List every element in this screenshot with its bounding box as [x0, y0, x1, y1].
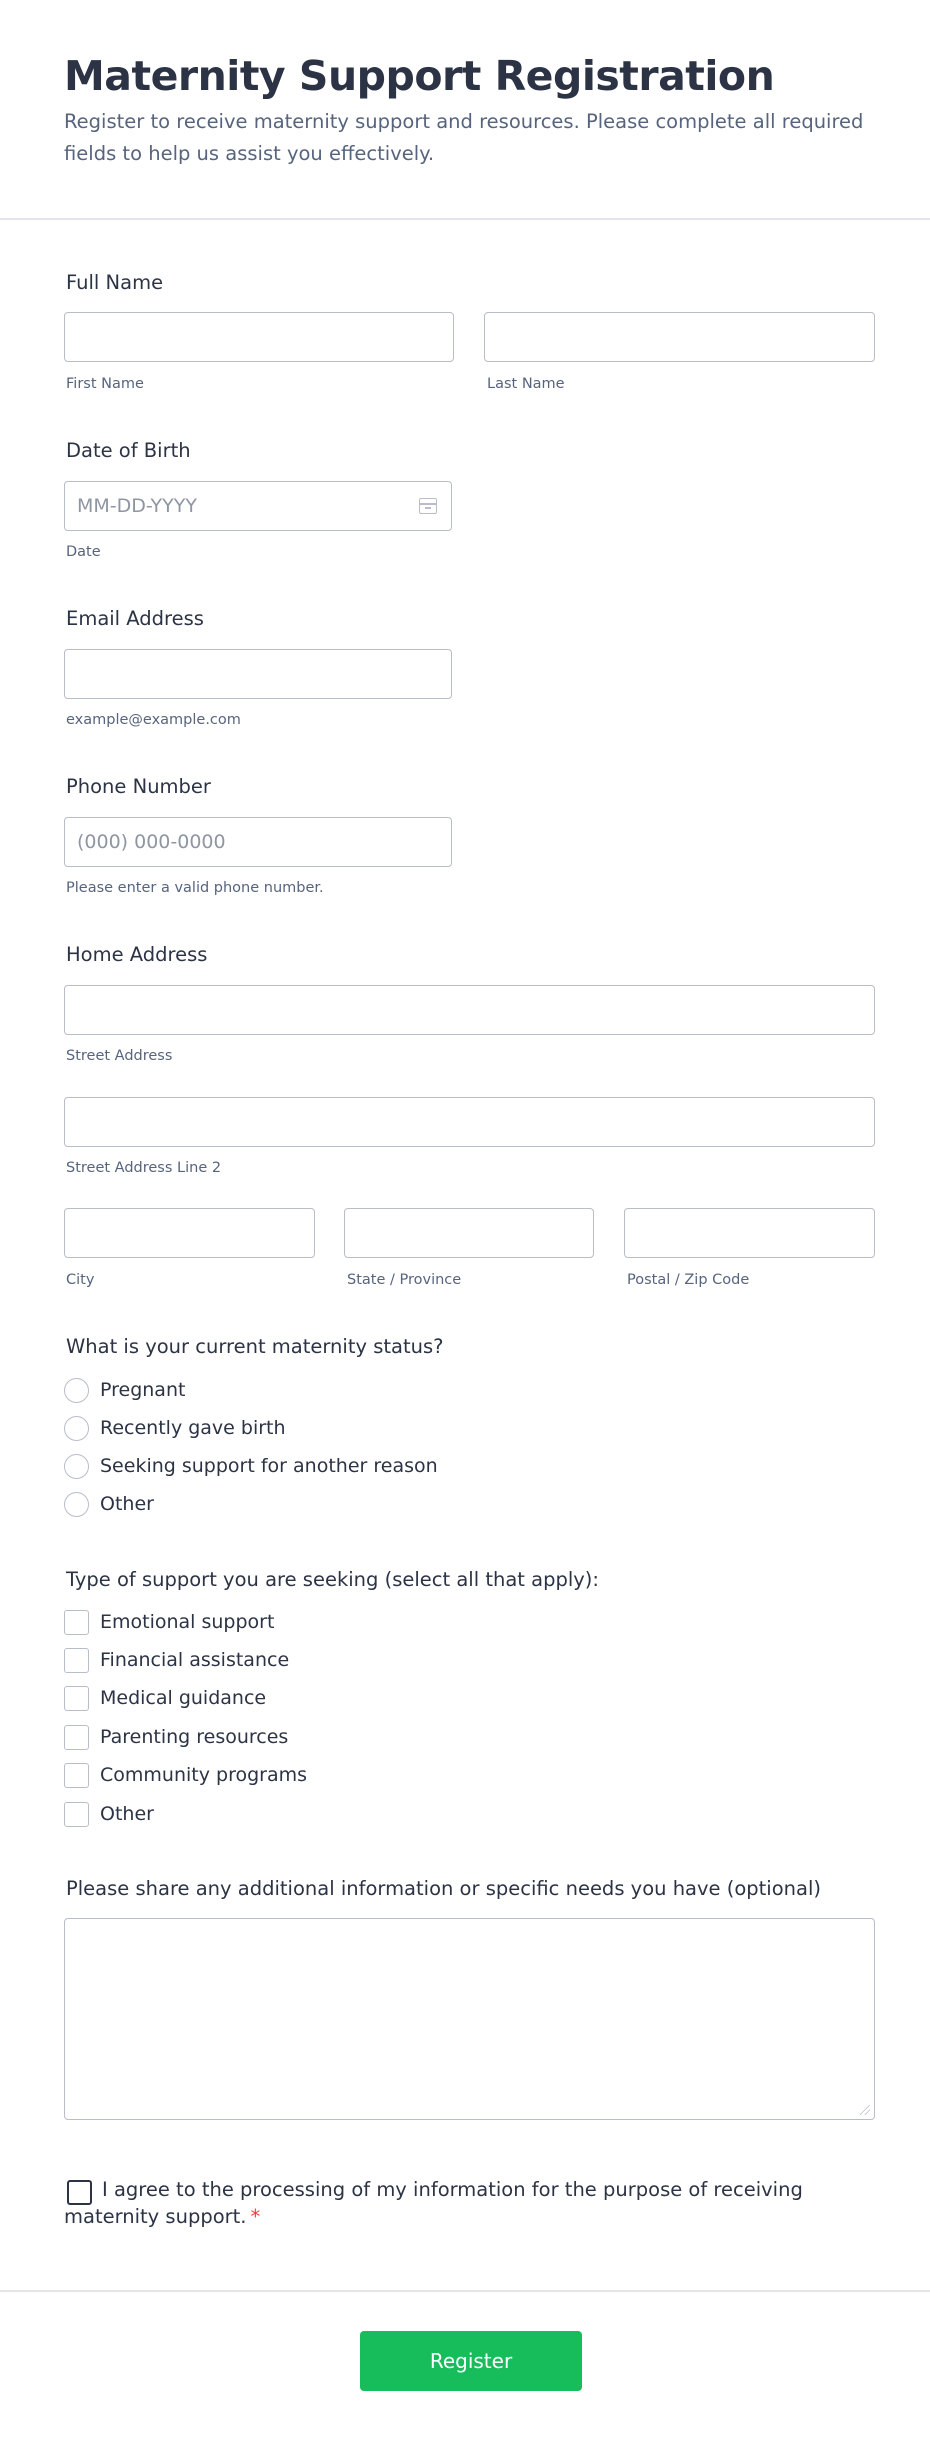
city-sublabel: City	[66, 1272, 95, 1288]
first-name-sublabel: First Name	[66, 376, 144, 392]
status-option-label: Seeking support for another reason	[100, 1455, 438, 1477]
email-input[interactable]	[64, 649, 452, 699]
checkbox[interactable]	[64, 1647, 89, 1673]
last-name-sublabel: Last Name	[487, 376, 565, 392]
street-address-sublabel: Street Address	[66, 1048, 173, 1064]
phone-label: Phone Number	[66, 775, 211, 798]
support-option-label: Medical guidance	[100, 1687, 267, 1709]
support-option-financial[interactable]: Financial assistance	[64, 1646, 289, 1674]
dob-sublabel: Date	[66, 544, 101, 560]
form-footer: Register	[0, 2290, 930, 2438]
status-option-another-reason[interactable]: Seeking support for another reason	[64, 1452, 438, 1480]
zip-input[interactable]	[624, 1208, 875, 1258]
radio-button[interactable]	[64, 1415, 89, 1441]
page-subtitle: Register to receive maternity support an…	[64, 110, 864, 165]
email-label: Email Address	[66, 607, 204, 630]
status-option-other[interactable]: Other	[64, 1490, 154, 1518]
dob-input[interactable]	[64, 481, 452, 531]
state-input[interactable]	[344, 1208, 594, 1258]
full-name-label: Full Name	[66, 271, 164, 294]
consent-label: I agree to the processing of my informat…	[64, 2178, 803, 2228]
street-address-line2-sublabel: Street Address Line 2	[66, 1160, 222, 1176]
checkbox[interactable]	[64, 1685, 89, 1711]
additional-info-textarea[interactable]	[64, 1918, 875, 2120]
calendar-icon[interactable]	[419, 498, 437, 514]
zip-sublabel: Postal / Zip Code	[627, 1272, 750, 1288]
support-option-label: Emotional support	[100, 1611, 275, 1633]
support-option-other[interactable]: Other	[64, 1800, 154, 1828]
status-option-pregnant[interactable]: Pregnant	[64, 1376, 185, 1404]
address-label: Home Address	[66, 943, 208, 966]
support-option-label: Parenting resources	[100, 1726, 289, 1748]
dob-label: Date of Birth	[66, 439, 191, 462]
support-option-parenting[interactable]: Parenting resources	[64, 1723, 288, 1751]
phone-sublabel: Please enter a valid phone number.	[66, 880, 324, 896]
additional-info-label: Please share any additional information …	[66, 1877, 821, 1900]
support-option-label: Other	[100, 1803, 154, 1825]
support-option-label: Financial assistance	[100, 1649, 290, 1671]
support-question: Type of support you are seeking (select …	[66, 1568, 599, 1591]
status-option-recently-gave-birth[interactable]: Recently gave birth	[64, 1414, 286, 1442]
register-button[interactable]: Register	[360, 2331, 582, 2391]
support-option-community[interactable]: Community programs	[64, 1761, 307, 1789]
consent-text: I agree to the processing of my informat…	[64, 2176, 864, 2230]
phone-input[interactable]	[64, 817, 452, 867]
status-option-label: Pregnant	[100, 1379, 186, 1401]
support-option-label: Community programs	[100, 1764, 308, 1786]
page-title: Maternity Support Registration	[64, 52, 775, 100]
street-address-line2-input[interactable]	[64, 1097, 875, 1147]
status-question: What is your current maternity status?	[66, 1335, 444, 1358]
checkbox[interactable]	[64, 1609, 89, 1635]
support-option-medical[interactable]: Medical guidance	[64, 1684, 266, 1712]
first-name-input[interactable]	[64, 312, 454, 362]
checkbox[interactable]	[64, 1724, 89, 1750]
checkbox[interactable]	[64, 1762, 89, 1788]
email-sublabel: example@example.com	[66, 712, 241, 728]
street-address-input[interactable]	[64, 985, 875, 1035]
form-header: Maternity Support Registration Register …	[0, 0, 930, 220]
state-sublabel: State / Province	[347, 1272, 462, 1288]
status-option-label: Recently gave birth	[100, 1417, 286, 1439]
last-name-input[interactable]	[484, 312, 875, 362]
support-option-emotional[interactable]: Emotional support	[64, 1608, 274, 1636]
radio-button[interactable]	[64, 1377, 89, 1403]
radio-button[interactable]	[64, 1453, 89, 1479]
resize-handle-icon[interactable]	[860, 2105, 870, 2115]
checkbox[interactable]	[64, 1801, 89, 1827]
radio-button[interactable]	[64, 1491, 89, 1517]
status-option-label: Other	[100, 1493, 154, 1515]
city-input[interactable]	[64, 1208, 315, 1258]
required-asterisk: *	[250, 2205, 261, 2228]
